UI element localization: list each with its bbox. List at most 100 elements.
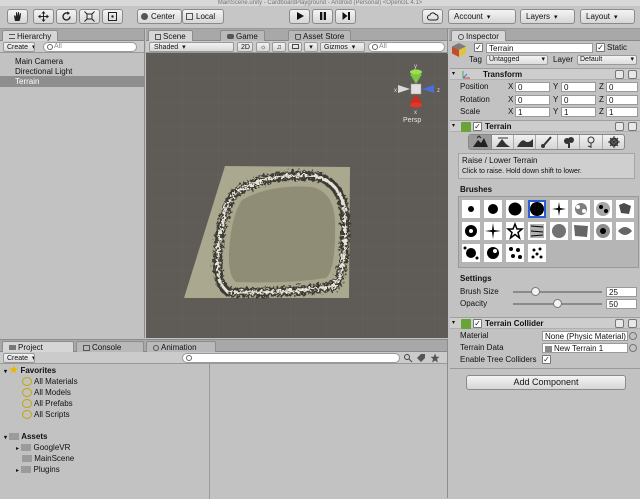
- favorite-item[interactable]: All Prefabs: [22, 398, 73, 409]
- layers-dropdown[interactable]: Layers: [520, 9, 575, 24]
- terrain-enabled-checkbox[interactable]: ✓: [473, 122, 482, 131]
- layer-dropdown[interactable]: Default: [577, 55, 637, 65]
- position-z-field[interactable]: 0: [606, 82, 638, 92]
- account-dropdown[interactable]: Account: [448, 9, 516, 24]
- cloud-button[interactable]: [422, 9, 443, 24]
- scene-fx-dropdown[interactable]: ▾: [304, 42, 318, 52]
- brush-swatch[interactable]: [594, 200, 612, 218]
- object-picker-icon[interactable]: [629, 332, 637, 340]
- step-button[interactable]: [335, 9, 356, 24]
- shading-mode-dropdown[interactable]: Shaded: [149, 42, 234, 52]
- favorite-item[interactable]: All Materials: [22, 376, 78, 387]
- disclosure-open-icon[interactable]: ▾: [452, 318, 455, 329]
- layout-dropdown[interactable]: Layout: [580, 9, 635, 24]
- scale-z-field[interactable]: 1: [606, 107, 638, 117]
- scene-orientation-gizmo[interactable]: y x z x Persp: [388, 62, 444, 124]
- hand-tool-button[interactable]: [7, 9, 28, 24]
- search-by-type-icon[interactable]: [403, 353, 413, 363]
- assets-header[interactable]: ▾ Assets: [4, 431, 47, 442]
- rotation-y-field[interactable]: 0: [561, 95, 596, 105]
- brush-swatch[interactable]: [550, 200, 568, 218]
- rect-tool-button[interactable]: [102, 9, 123, 24]
- brush-swatch[interactable]: [462, 222, 480, 240]
- project-create-dropdown[interactable]: Create: [3, 353, 35, 363]
- tab-project[interactable]: Project: [2, 341, 74, 352]
- brush-swatch[interactable]: [550, 222, 568, 240]
- tab-hierarchy[interactable]: Hierarchy: [2, 30, 59, 41]
- collider-enabled-checkbox[interactable]: ✓: [473, 319, 482, 328]
- brush-swatch[interactable]: [572, 222, 590, 240]
- asset-folder-item[interactable]: MainScene: [22, 453, 74, 464]
- scene-audio-toggle[interactable]: ♫: [272, 42, 286, 52]
- place-trees-tool-button[interactable]: [558, 135, 580, 149]
- brush-swatch[interactable]: [528, 244, 546, 262]
- pivot-center-button[interactable]: Center: [137, 9, 182, 24]
- add-component-button[interactable]: Add Component: [466, 375, 626, 390]
- brush-swatch[interactable]: [484, 222, 502, 240]
- object-picker-icon[interactable]: [629, 344, 637, 352]
- hierarchy-create-dropdown[interactable]: Create: [3, 42, 35, 52]
- terrain-settings-tool-button[interactable]: [603, 135, 625, 149]
- position-y-field[interactable]: 0: [561, 82, 596, 92]
- tab-asset-store[interactable]: Asset Store: [288, 30, 352, 41]
- project-content-area[interactable]: [211, 364, 447, 499]
- brush-swatch[interactable]: [484, 200, 502, 218]
- opacity-field[interactable]: 50: [606, 299, 637, 309]
- position-x-field[interactable]: 0: [515, 82, 550, 92]
- brush-swatch[interactable]: [616, 222, 634, 240]
- rotate-tool-button[interactable]: [56, 9, 77, 24]
- search-by-label-icon[interactable]: [416, 353, 426, 363]
- brush-swatch[interactable]: [462, 244, 480, 262]
- brush-size-field[interactable]: 25: [606, 287, 637, 297]
- scene-fx-toggle[interactable]: [288, 42, 302, 52]
- brush-swatch[interactable]: [528, 222, 546, 240]
- saved-search-star-icon[interactable]: [430, 353, 440, 363]
- gizmos-dropdown[interactable]: Gizmos: [320, 42, 365, 52]
- hierarchy-search-input[interactable]: All: [43, 42, 137, 52]
- paint-height-tool-button[interactable]: [492, 135, 514, 149]
- tab-animation[interactable]: Animation: [146, 341, 216, 352]
- transform-header[interactable]: [450, 68, 640, 80]
- terrain-settings-gear-icon[interactable]: [628, 122, 637, 131]
- scale-x-field[interactable]: 1: [515, 107, 550, 117]
- paint-texture-tool-button[interactable]: [536, 135, 558, 149]
- terrain-data-object-field[interactable]: New Terrain 1: [542, 343, 628, 353]
- brush-swatch[interactable]: [506, 200, 524, 218]
- brush-swatch[interactable]: [506, 244, 524, 262]
- disclosure-open-icon[interactable]: ▾: [452, 121, 455, 132]
- pivot-local-button[interactable]: Local: [182, 9, 224, 24]
- opacity-slider-thumb[interactable]: [553, 299, 562, 308]
- gameobject-active-checkbox[interactable]: ✓: [474, 43, 483, 52]
- play-button[interactable]: [289, 9, 310, 24]
- pause-button[interactable]: [312, 9, 333, 24]
- material-object-field[interactable]: None (Physic Material): [542, 331, 628, 341]
- transform-help-icon[interactable]: [615, 70, 624, 79]
- brush-swatch[interactable]: [506, 221, 524, 240]
- favorite-item[interactable]: All Scripts: [22, 409, 70, 420]
- collider-help-icon[interactable]: [615, 319, 624, 328]
- disclosure-open-icon[interactable]: ▾: [452, 69, 455, 80]
- move-tool-button[interactable]: [33, 9, 54, 24]
- scene-search-input[interactable]: All: [368, 42, 445, 52]
- rotation-x-field[interactable]: 0: [515, 95, 550, 105]
- perspective-label[interactable]: Persp: [403, 117, 421, 124]
- brush-size-slider-thumb[interactable]: [530, 287, 540, 296]
- brush-swatch[interactable]: [616, 200, 634, 218]
- smooth-height-tool-button[interactable]: [514, 135, 536, 149]
- asset-folder-item[interactable]: ▸ GoogleVR: [16, 442, 70, 453]
- brush-swatch[interactable]: [484, 244, 502, 262]
- favorite-item[interactable]: All Models: [22, 387, 71, 398]
- scale-tool-button[interactable]: [79, 9, 100, 24]
- tab-game[interactable]: Game: [220, 30, 265, 41]
- raise-lower-tool-button[interactable]: [469, 135, 492, 149]
- transform-settings-gear-icon[interactable]: [628, 70, 637, 79]
- asset-folder-item[interactable]: ▸ Plugins: [16, 464, 60, 475]
- brush-swatch[interactable]: [572, 200, 590, 218]
- terrain-help-icon[interactable]: [615, 122, 624, 131]
- tag-dropdown[interactable]: Untagged: [486, 55, 548, 65]
- static-checkbox[interactable]: ✓: [596, 43, 605, 52]
- scale-y-field[interactable]: 1: [561, 107, 596, 117]
- enable-tree-colliders-checkbox[interactable]: ✓: [542, 355, 551, 364]
- project-search-input[interactable]: [182, 353, 400, 363]
- favorites-header[interactable]: ▾ ★ Favorites: [4, 365, 56, 376]
